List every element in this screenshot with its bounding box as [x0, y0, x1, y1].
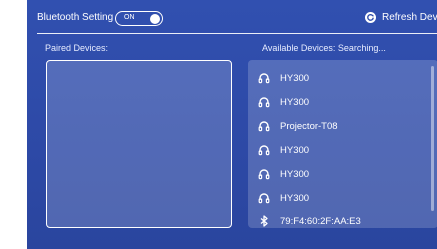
- device-item[interactable]: HY300: [258, 190, 309, 206]
- bluetooth-settings-panel: Bluetooth Setting ON Refresh Device Pair…: [27, 0, 437, 249]
- device-list-scrollbar[interactable]: [431, 66, 434, 211]
- available-devices-list[interactable]: HY300 HY300 Projector-T08 HY300 HY300 HY…: [248, 60, 437, 228]
- headphones-icon: [258, 168, 270, 180]
- headphones-icon: [258, 72, 270, 84]
- toggle-state-label: ON: [124, 14, 135, 21]
- refresh-device-button[interactable]: Refresh Device: [365, 12, 437, 23]
- device-item[interactable]: HY300: [258, 166, 309, 182]
- header-divider: [37, 33, 437, 34]
- headphones-icon: [258, 96, 270, 108]
- refresh-icon: [365, 12, 376, 23]
- device-name: HY300: [280, 144, 310, 156]
- paired-devices-label: Paired Devices:: [45, 43, 109, 53]
- device-name: HY300: [280, 72, 310, 84]
- bluetooth-setting-label: Bluetooth Setting: [37, 12, 114, 23]
- refresh-label: Refresh Device: [382, 12, 437, 23]
- device-item[interactable]: 79:F4:60:2F:AA:E3: [258, 213, 361, 228]
- bluetooth-icon: [258, 215, 270, 227]
- toggle-knob: [150, 13, 160, 24]
- device-item[interactable]: Projector-T08: [258, 118, 338, 134]
- available-devices-label: Available Devices: Searching...: [262, 43, 386, 53]
- headphones-icon: [258, 192, 270, 204]
- header-bar: Bluetooth Setting ON Refresh Device: [27, 0, 437, 34]
- headphones-icon: [258, 144, 270, 156]
- bluetooth-toggle[interactable]: ON: [115, 11, 163, 26]
- headphones-icon: [258, 120, 270, 132]
- device-name: HY300: [280, 168, 310, 180]
- device-item[interactable]: HY300: [258, 94, 309, 110]
- device-name: 79:F4:60:2F:AA:E3: [280, 215, 361, 227]
- paired-devices-list[interactable]: [46, 60, 232, 228]
- device-name: HY300: [280, 192, 310, 204]
- device-name: HY300: [280, 96, 310, 108]
- device-item[interactable]: HY300: [258, 70, 309, 86]
- device-item[interactable]: HY300: [258, 142, 309, 158]
- device-name: Projector-T08: [280, 120, 338, 132]
